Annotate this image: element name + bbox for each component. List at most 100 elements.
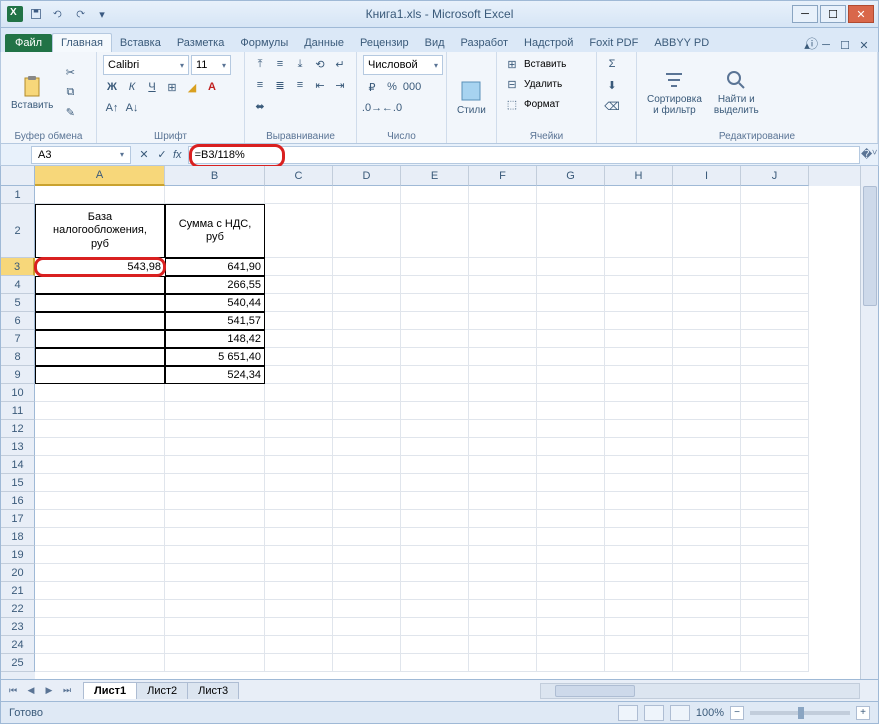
view-normal-button[interactable] — [618, 705, 638, 721]
row-header-15[interactable]: 15 — [1, 474, 35, 492]
cell-A10[interactable] — [35, 384, 165, 402]
cell-G22[interactable] — [537, 600, 605, 618]
cell-J23[interactable] — [741, 618, 809, 636]
cell-G14[interactable] — [537, 456, 605, 474]
cell-B14[interactable] — [165, 456, 265, 474]
cell-J18[interactable] — [741, 528, 809, 546]
cell-A21[interactable] — [35, 582, 165, 600]
currency-button[interactable]: ₽ — [363, 78, 381, 96]
cell-A18[interactable] — [35, 528, 165, 546]
format-cells-button[interactable]: ⬚ — [503, 95, 521, 113]
tab-review[interactable]: Рецензир — [352, 34, 417, 52]
row-header-21[interactable]: 21 — [1, 582, 35, 600]
cell-J24[interactable] — [741, 636, 809, 654]
cell-H19[interactable] — [605, 546, 673, 564]
row-header-5[interactable]: 5 — [1, 294, 35, 312]
cell-D10[interactable] — [333, 384, 401, 402]
row-header-16[interactable]: 16 — [1, 492, 35, 510]
cell-B25[interactable] — [165, 654, 265, 672]
cell-E3[interactable] — [401, 258, 469, 276]
column-header-F[interactable]: F — [469, 166, 537, 186]
cell-B20[interactable] — [165, 564, 265, 582]
cell-A3[interactable]: 543,98 — [35, 258, 165, 276]
cell-D24[interactable] — [333, 636, 401, 654]
cell-I19[interactable] — [673, 546, 741, 564]
border-button[interactable]: ⊞ — [163, 78, 181, 96]
cell-F24[interactable] — [469, 636, 537, 654]
cell-G25[interactable] — [537, 654, 605, 672]
column-header-J[interactable]: J — [741, 166, 809, 186]
cell-I6[interactable] — [673, 312, 741, 330]
row-header-13[interactable]: 13 — [1, 438, 35, 456]
cell-B9[interactable]: 524,34 — [165, 366, 265, 384]
cell-H17[interactable] — [605, 510, 673, 528]
cell-J19[interactable] — [741, 546, 809, 564]
row-header-1[interactable]: 1 — [1, 186, 35, 204]
cell-F17[interactable] — [469, 510, 537, 528]
cell-D2[interactable] — [333, 204, 401, 258]
cell-B1[interactable] — [165, 186, 265, 204]
mdi-close[interactable]: ✕ — [856, 38, 872, 52]
cell-F4[interactable] — [469, 276, 537, 294]
format-painter-button[interactable]: ✎ — [61, 103, 79, 121]
cell-E10[interactable] — [401, 384, 469, 402]
cell-I24[interactable] — [673, 636, 741, 654]
row-header-9[interactable]: 9 — [1, 366, 35, 384]
percent-button[interactable]: % — [383, 78, 401, 96]
cell-B24[interactable] — [165, 636, 265, 654]
cell-F20[interactable] — [469, 564, 537, 582]
font-color-button[interactable]: А — [203, 78, 221, 96]
cell-D20[interactable] — [333, 564, 401, 582]
cell-H13[interactable] — [605, 438, 673, 456]
cell-D1[interactable] — [333, 186, 401, 204]
cell-G16[interactable] — [537, 492, 605, 510]
cell-C15[interactable] — [265, 474, 333, 492]
cell-J15[interactable] — [741, 474, 809, 492]
cell-B18[interactable] — [165, 528, 265, 546]
tab-home[interactable]: Главная — [52, 33, 112, 52]
column-header-C[interactable]: C — [265, 166, 333, 186]
cell-D17[interactable] — [333, 510, 401, 528]
cell-E25[interactable] — [401, 654, 469, 672]
ribbon-minimize[interactable]: ▴ — [799, 38, 815, 52]
cell-H3[interactable] — [605, 258, 673, 276]
save-button[interactable] — [27, 5, 45, 23]
cell-J16[interactable] — [741, 492, 809, 510]
cell-G5[interactable] — [537, 294, 605, 312]
cell-G23[interactable] — [537, 618, 605, 636]
cell-A25[interactable] — [35, 654, 165, 672]
column-header-A[interactable]: A — [35, 166, 165, 186]
cell-D9[interactable] — [333, 366, 401, 384]
fill-color-button[interactable]: ◢ — [183, 78, 201, 96]
cell-A22[interactable] — [35, 600, 165, 618]
cell-H12[interactable] — [605, 420, 673, 438]
zoom-out-button[interactable]: − — [730, 706, 744, 720]
cell-E17[interactable] — [401, 510, 469, 528]
styles-button[interactable]: Стили — [453, 55, 490, 140]
cell-I22[interactable] — [673, 600, 741, 618]
cell-J4[interactable] — [741, 276, 809, 294]
cell-B13[interactable] — [165, 438, 265, 456]
cell-H10[interactable] — [605, 384, 673, 402]
font-name-combo[interactable]: Calibri▾ — [103, 55, 189, 75]
cell-A15[interactable] — [35, 474, 165, 492]
cell-J6[interactable] — [741, 312, 809, 330]
horizontal-scroll-thumb[interactable] — [555, 685, 635, 697]
cell-C12[interactable] — [265, 420, 333, 438]
cell-B15[interactable] — [165, 474, 265, 492]
cell-E14[interactable] — [401, 456, 469, 474]
cell-F22[interactable] — [469, 600, 537, 618]
cell-H7[interactable] — [605, 330, 673, 348]
cell-E20[interactable] — [401, 564, 469, 582]
cell-G21[interactable] — [537, 582, 605, 600]
zoom-in-button[interactable]: + — [856, 706, 870, 720]
cell-F10[interactable] — [469, 384, 537, 402]
cell-I23[interactable] — [673, 618, 741, 636]
cell-G3[interactable] — [537, 258, 605, 276]
sheet-nav-next[interactable]: ▶ — [41, 683, 57, 699]
column-header-G[interactable]: G — [537, 166, 605, 186]
cell-H20[interactable] — [605, 564, 673, 582]
cell-E8[interactable] — [401, 348, 469, 366]
cell-J9[interactable] — [741, 366, 809, 384]
row-header-12[interactable]: 12 — [1, 420, 35, 438]
